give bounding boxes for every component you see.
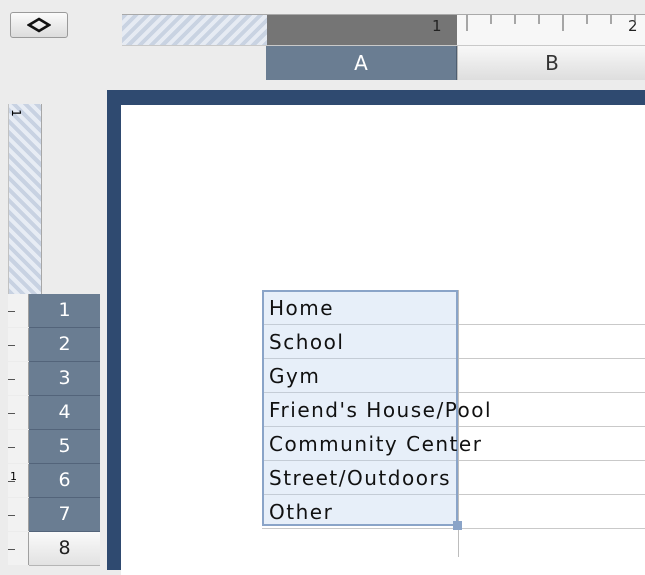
cell-grid[interactable]: Home School Gym Friend's House/Pool Comm…	[262, 290, 645, 557]
cell-a4[interactable]: Friend's House/Pool	[269, 393, 492, 426]
row-header-6[interactable]: 16	[8, 463, 100, 498]
row-header-7[interactable]: 7	[8, 497, 100, 532]
cell-a3[interactable]: Gym	[269, 359, 320, 392]
row-header-4[interactable]: 4	[8, 395, 100, 430]
cell-a7[interactable]: Other	[269, 495, 333, 528]
row-header-3[interactable]: 3	[8, 361, 100, 396]
vertical-ruler[interactable]: 1	[8, 104, 42, 294]
row-header-5[interactable]: 5	[8, 429, 100, 464]
ruler-mark: 1	[8, 464, 29, 497]
selection-fill-handle[interactable]	[453, 521, 462, 530]
cell-a5[interactable]: Community Center	[269, 427, 482, 460]
ruler-margin-area	[9, 104, 41, 294]
column-header-b[interactable]: B	[457, 46, 645, 80]
diamond-icon	[27, 17, 51, 33]
ruler-mark: 1	[8, 109, 23, 117]
horizontal-ruler[interactable]: 1 2	[122, 14, 645, 46]
row-header-8[interactable]: 8	[8, 531, 100, 566]
cell-a6[interactable]: Street/Outdoors	[269, 461, 451, 494]
column-header-a[interactable]: A	[266, 46, 457, 80]
view-toggle-button[interactable]	[10, 12, 68, 38]
column-headers: A B	[266, 46, 645, 80]
row-header-1[interactable]: 1	[8, 293, 100, 328]
cell-a1[interactable]: Home	[269, 291, 334, 324]
row-header-2[interactable]: 2	[8, 327, 100, 362]
cell-a2[interactable]: School	[269, 325, 344, 358]
ruler-ticks	[466, 15, 636, 31]
